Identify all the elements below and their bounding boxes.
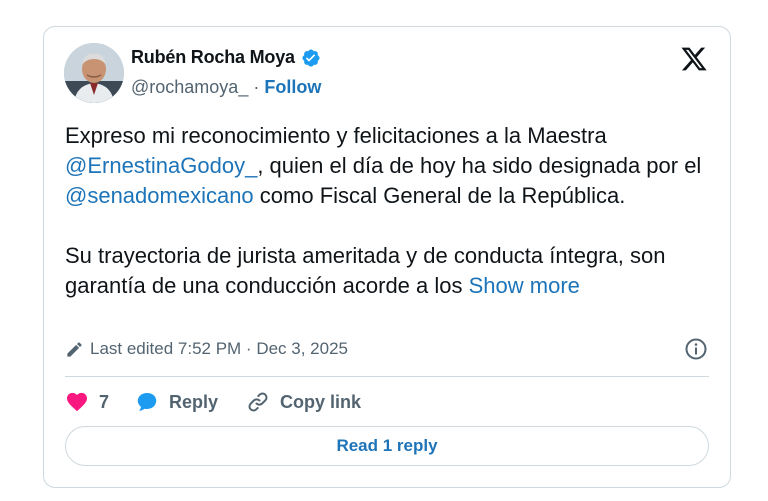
author-handle-row: @rochamoya_ · Follow [131,77,321,98]
divider [65,376,709,377]
reply-bubble-icon [137,393,157,411]
mention-ernestina-godoy[interactable]: @ErnestinaGodoy_ [65,153,257,178]
tweet-text-part-2: , quien el día de hoy ha sido designada … [257,153,702,178]
follow-button[interactable]: Follow [264,77,321,98]
separator-dot: · [253,77,260,97]
tweet-text-part-3: como Fiscal General de la República. [253,183,626,208]
tweet-text: Expreso mi reconocimiento y felicitacion… [65,121,715,301]
author-handle[interactable]: @rochamoya_ [131,77,248,98]
avatar[interactable] [64,43,124,103]
tweet-card: Rubén Rocha Moya @rochamoya_ · Follow Ex… [43,26,731,488]
link-icon [248,392,268,412]
tweet-text-part-1: Expreso mi reconocimiento y felicitacion… [65,123,607,148]
info-icon[interactable] [684,337,708,361]
pencil-icon [67,341,82,357]
author-name-row: Rubén Rocha Moya [131,47,321,68]
read-replies-label: Read 1 reply [336,436,438,455]
read-replies-button[interactable]: Read 1 reply [65,426,709,466]
heart-icon [67,392,87,412]
tweet-paragraph-1: Expreso mi reconocimiento y felicitacion… [65,121,715,211]
mention-senado-mexicano[interactable]: @senadomexicano [65,183,254,208]
like-count: 7 [99,391,110,412]
like-button[interactable]: 7 [65,390,109,414]
verified-badge-icon [302,48,320,67]
last-edited-text: Last edited 7:52 PM · Dec 3, 2025 [90,339,348,358]
x-logo-icon[interactable] [680,45,708,73]
reply-label: Reply [169,391,219,412]
copy-link-button[interactable]: Copy link [246,390,361,414]
reply-button[interactable]: Reply [135,390,218,414]
author-display-name[interactable]: Rubén Rocha Moya [131,47,295,68]
tweet-paragraph-2: Su trayectoria de jurista ameritada y de… [65,241,715,301]
copy-link-label: Copy link [280,391,362,412]
last-edited-row[interactable]: Last edited 7:52 PM · Dec 3, 2025 [65,339,348,359]
action-bar: 7 Reply Copy link [65,387,361,417]
show-more-link[interactable]: Show more [469,273,580,298]
